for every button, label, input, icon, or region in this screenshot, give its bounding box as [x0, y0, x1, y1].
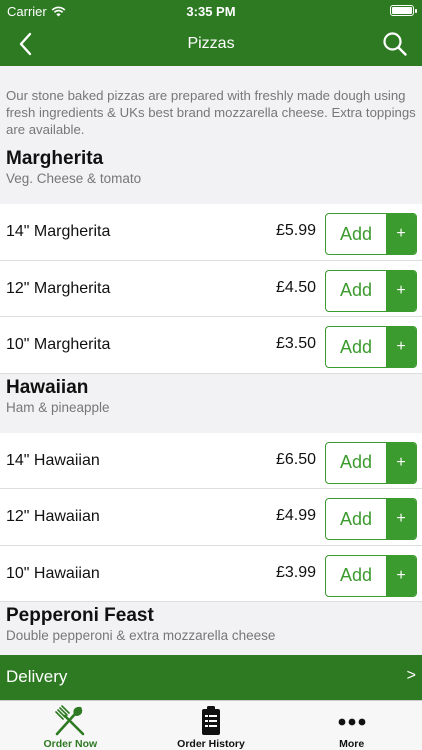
menu-item-row: 14" Hawaiian £6.50 Add + [0, 432, 422, 489]
item-price: £5.99 [275, 222, 316, 239]
battery-icon [390, 5, 417, 16]
menu-item-row: 10" Margherita £3.50 Add + [0, 317, 422, 374]
clipboard-icon [202, 706, 220, 735]
add-to-order-button[interactable]: Add + [325, 213, 417, 255]
menu-item-row: 12" Hawaiian £4.99 Add + [0, 489, 422, 546]
search-icon [383, 32, 407, 56]
status-time: 3:35 PM [186, 4, 236, 19]
status-bar: Carrier 3:35 PM [0, 0, 422, 22]
category-name: Hawaiian [6, 376, 89, 398]
add-label: Add [339, 336, 373, 357]
add-label: Add [339, 452, 373, 472]
add-to-order-button[interactable]: Add + [325, 326, 417, 368]
tab-more[interactable]: More [281, 701, 422, 750]
add-to-order-button[interactable]: Add + [325, 269, 417, 312]
item-name: 14" Hawaiian [6, 451, 100, 469]
search-button[interactable] [382, 31, 408, 57]
item-name: 14" Margherita [6, 223, 111, 240]
tab-bar: Order Now Order History More [0, 700, 422, 750]
tab-label: More [339, 738, 365, 750]
more-dots-icon [338, 718, 366, 726]
add-label: Add [339, 565, 373, 585]
category-name: Pepperoni Feast [6, 605, 154, 626]
category-header: Hawaiian Ham & pineapple [0, 374, 422, 433]
tab-order-history[interactable]: Order History [141, 701, 282, 750]
category-description: Ham & pineapple [6, 399, 110, 415]
menu-item-row: 14" Margherita £5.99 Add + [0, 204, 422, 261]
item-price: £3.99 [275, 563, 316, 581]
plus-icon: + [386, 442, 416, 483]
navigation-bar: Pizzas [0, 22, 422, 66]
add-to-order-button[interactable]: Add + [325, 441, 417, 484]
plus-icon: + [386, 499, 416, 539]
add-label: Add [339, 508, 373, 529]
item-price: £3.50 [275, 335, 316, 352]
item-name: 12" Hawaiian [6, 508, 100, 525]
item-price: £4.99 [275, 507, 316, 524]
item-name: 12" Margherita [6, 279, 111, 297]
menu-list: Margherita Veg. Cheese & tomato 14" Marghe… [0, 145, 422, 655]
delivery-bar[interactable]: Delivery > [0, 655, 422, 700]
item-price: £6.50 [275, 450, 316, 468]
page-title: Pizzas [187, 35, 235, 52]
plus-icon: + [386, 555, 416, 596]
item-price: £4.50 [275, 278, 316, 296]
intro-text: Our stone baked pizzas are prepared with… [6, 88, 416, 137]
add-label: Add [339, 280, 373, 300]
menu-item-row: 10" Hawaiian £3.99 Add + [0, 545, 422, 602]
item-name: 10" Margherita [6, 336, 111, 353]
add-to-order-button[interactable]: Add + [325, 498, 417, 540]
tab-label: Order History [177, 738, 245, 750]
chevron-right-icon: > [406, 667, 416, 684]
category-header: Margherita Veg. Cheese & tomato [0, 145, 422, 204]
item-name: 10" Hawaiian [6, 564, 100, 582]
menu-item-row: 12" Margherita £4.50 Add + [0, 260, 422, 317]
category-description: Veg. Cheese & tomato [6, 171, 142, 186]
add-to-order-button[interactable]: Add + [325, 554, 417, 597]
tab-label: Order Now [43, 738, 98, 750]
tab-order-now[interactable]: Order Now [0, 701, 141, 750]
plus-icon: + [386, 327, 416, 367]
category-description: Double pepperoni & extra mozzarella chee… [6, 628, 276, 643]
add-label: Add [339, 223, 373, 244]
fork-knife-icon [55, 705, 85, 736]
plus-icon: + [386, 270, 416, 311]
category-name: Margherita [6, 148, 104, 169]
menu-content[interactable]: Our stone baked pizzas are prepared with… [0, 66, 422, 655]
category-header: Pepperoni Feast Double pepperoni & extra … [0, 602, 422, 655]
delivery-label: Delivery [6, 667, 68, 686]
plus-icon: + [386, 214, 416, 254]
